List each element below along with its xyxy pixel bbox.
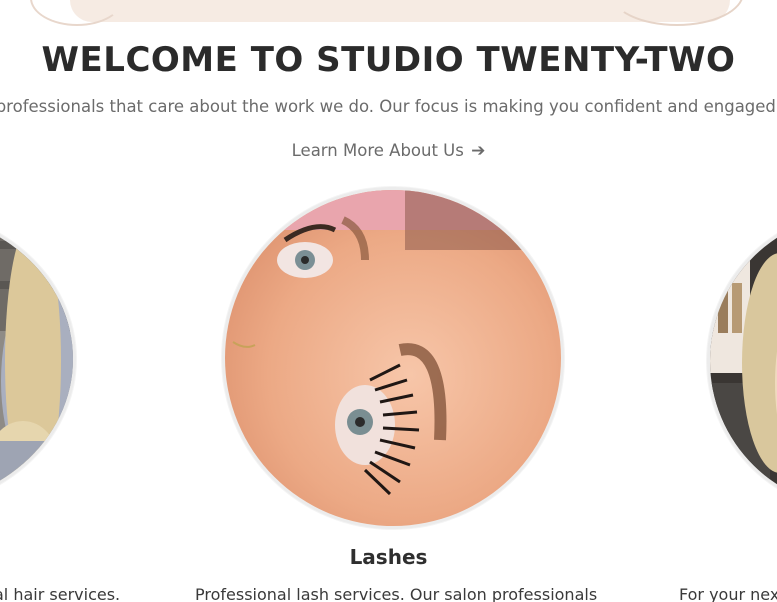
learn-more-label: Learn More About Us <box>291 141 464 160</box>
service-description-next: For your nex <box>679 585 777 602</box>
decorative-swoosh-right <box>610 0 744 26</box>
page: WELCOME TO STUDIO TWENTY-TWO n professio… <box>0 0 777 602</box>
salon-service-image[interactable] <box>707 210 777 512</box>
lashes-service-image[interactable] <box>222 187 564 529</box>
page-title: WELCOME TO STUDIO TWENTY-TWO <box>41 40 736 80</box>
service-description-lashes: Professional lash services. Our salon pr… <box>195 585 598 602</box>
decorative-swoosh-left <box>30 0 124 26</box>
service-title-lashes: Lashes <box>349 545 428 569</box>
hair-service-image[interactable] <box>0 208 76 510</box>
intro-text: n professionals that care about the work… <box>0 97 777 116</box>
arrow-right-icon: ➔ <box>471 141 486 161</box>
service-description-hair: al hair services. <box>0 585 121 602</box>
learn-more-link[interactable]: Learn More About Us ➔ <box>0 141 777 161</box>
lashes-photo <box>225 190 561 526</box>
salon-photo <box>710 213 777 509</box>
hair-photo <box>0 211 73 507</box>
